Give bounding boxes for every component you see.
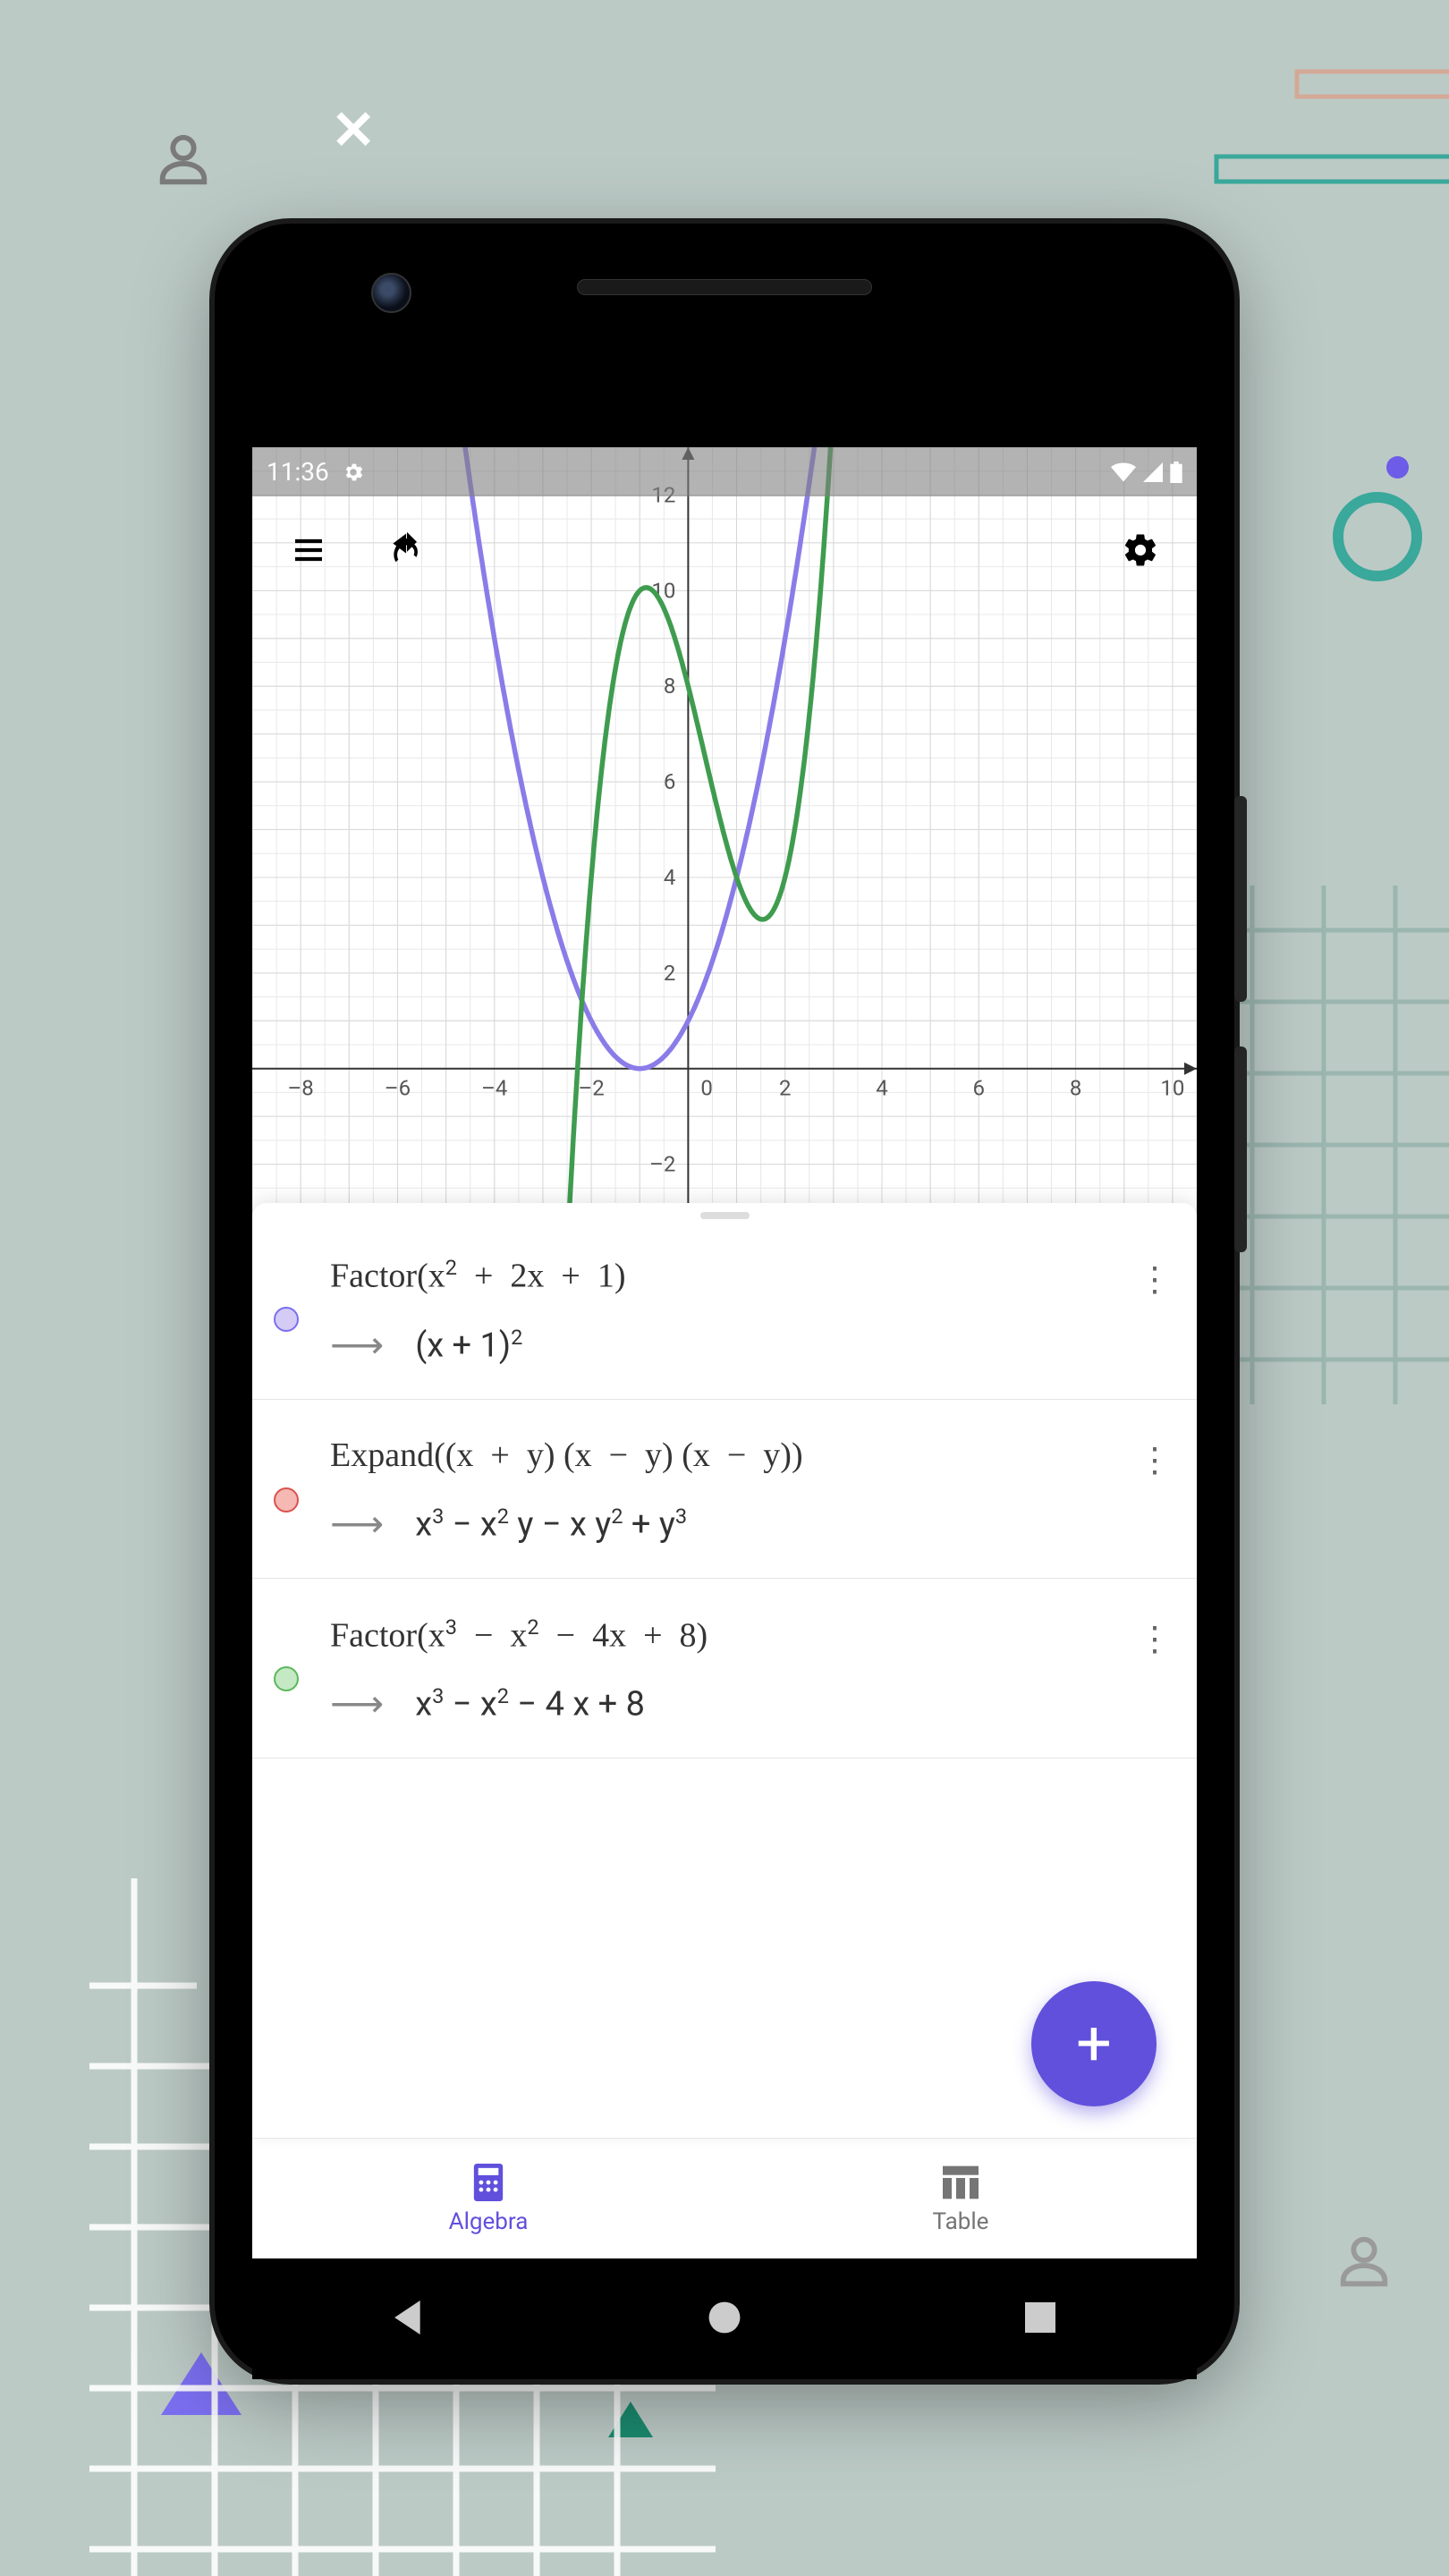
algebra-panel: Factor(x2 + 2x + 1) ⟶ (x + 1)2 ⋮ Expand(… [252,1203,1197,2138]
plus-icon: + [1076,2007,1112,2080]
svg-text:–8: –8 [288,1076,314,1101]
item-color-dot[interactable] [274,1666,299,1691]
wifi-icon [1111,462,1136,482]
svg-text:6: 6 [664,769,676,794]
back-button[interactable] [394,2301,424,2338]
app-toolbar [252,510,1197,590]
bottom-tabs: Algebra Table [252,2138,1197,2258]
arrow-icon: ⟶ [330,1682,384,1726]
person-icon [152,125,215,197]
svg-text:6: 6 [973,1076,986,1101]
signal-icon [1143,462,1163,482]
grid-decoration [1225,886,1449,1512]
tab-label: Algebra [449,2208,529,2235]
triangle-decoration [161,2352,242,2415]
item-input: Expand((x + y) (x − y) (x − y)) [330,1436,1175,1475]
arrow-icon: ⟶ [330,1323,384,1368]
android-nav-bar [252,2258,1197,2379]
algebra-item[interactable]: Expand((x + y) (x − y) (x − y)) ⟶ x3 − x… [252,1400,1197,1579]
svg-text:–6: –6 [385,1076,411,1101]
table-icon [943,2163,979,2203]
lines-decoration [1181,54,1449,215]
tab-label: Table [933,2208,989,2235]
undo-button[interactable] [376,519,438,581]
item-menu-button[interactable]: ⋮ [1138,1619,1170,1659]
calculator-icon [473,2163,504,2203]
circle-decoration [1333,492,1422,581]
add-button[interactable]: + [1031,1981,1157,2106]
svg-text:4: 4 [664,865,676,890]
item-menu-button[interactable]: ⋮ [1138,1440,1170,1480]
x-decoration: ✕ [331,98,376,162]
menu-button[interactable] [277,519,340,581]
tab-algebra[interactable]: Algebra [252,2139,724,2258]
status-time: 11:36 [267,457,329,487]
app-screen: –8–6–4–2246810–2246810120 11:36 [252,447,1197,2258]
triangle-decoration [608,2402,653,2437]
status-bar: 11:36 [252,447,1197,496]
battery-icon [1170,462,1182,483]
svg-text:–2: –2 [649,1152,675,1177]
item-color-dot[interactable] [274,1307,299,1332]
home-button[interactable] [708,2301,741,2338]
menu-icon [291,532,326,568]
svg-text:0: 0 [700,1076,713,1101]
dot-decoration [1386,456,1409,479]
svg-text:–4: –4 [481,1076,507,1101]
item-output: ⟶ x3 − x2 y − x y2 + y3 [330,1502,1175,1546]
item-output: ⟶ (x + 1)2 [330,1323,1175,1368]
svg-text:–2: –2 [578,1076,604,1101]
svg-text:8: 8 [1070,1076,1082,1101]
algebra-item[interactable]: Factor(x3 − x2 − 4x + 8) ⟶ x3 − x2 − 4 x… [252,1579,1197,1759]
settings-button[interactable] [1109,519,1172,581]
item-input: Factor(x3 − x2 − 4x + 8) [330,1614,1175,1656]
person-icon [1333,2227,1395,2299]
gear-icon [342,461,365,484]
svg-text:4: 4 [876,1076,888,1101]
arrow-icon: ⟶ [330,1502,384,1546]
svg-text:2: 2 [664,961,676,986]
item-input: Factor(x2 + 2x + 1) [330,1255,1175,1296]
item-output: ⟶ x3 − x2 − 4 x + 8 [330,1682,1175,1726]
item-menu-button[interactable]: ⋮ [1138,1259,1170,1300]
svg-text:8: 8 [664,674,676,699]
svg-text:10: 10 [1160,1076,1184,1101]
panel-drag-handle[interactable] [252,1203,1197,1219]
tab-table[interactable]: Table [724,2139,1197,2258]
phone-frame: –8–6–4–2246810–2246810120 11:36 [215,224,1234,2379]
svg-text:2: 2 [779,1076,792,1101]
undo-icon [387,530,427,570]
item-color-dot[interactable] [274,1487,299,1513]
gear-icon [1122,531,1159,569]
recents-button[interactable] [1025,2302,1055,2336]
algebra-item[interactable]: Factor(x2 + 2x + 1) ⟶ (x + 1)2 ⋮ [252,1219,1197,1400]
